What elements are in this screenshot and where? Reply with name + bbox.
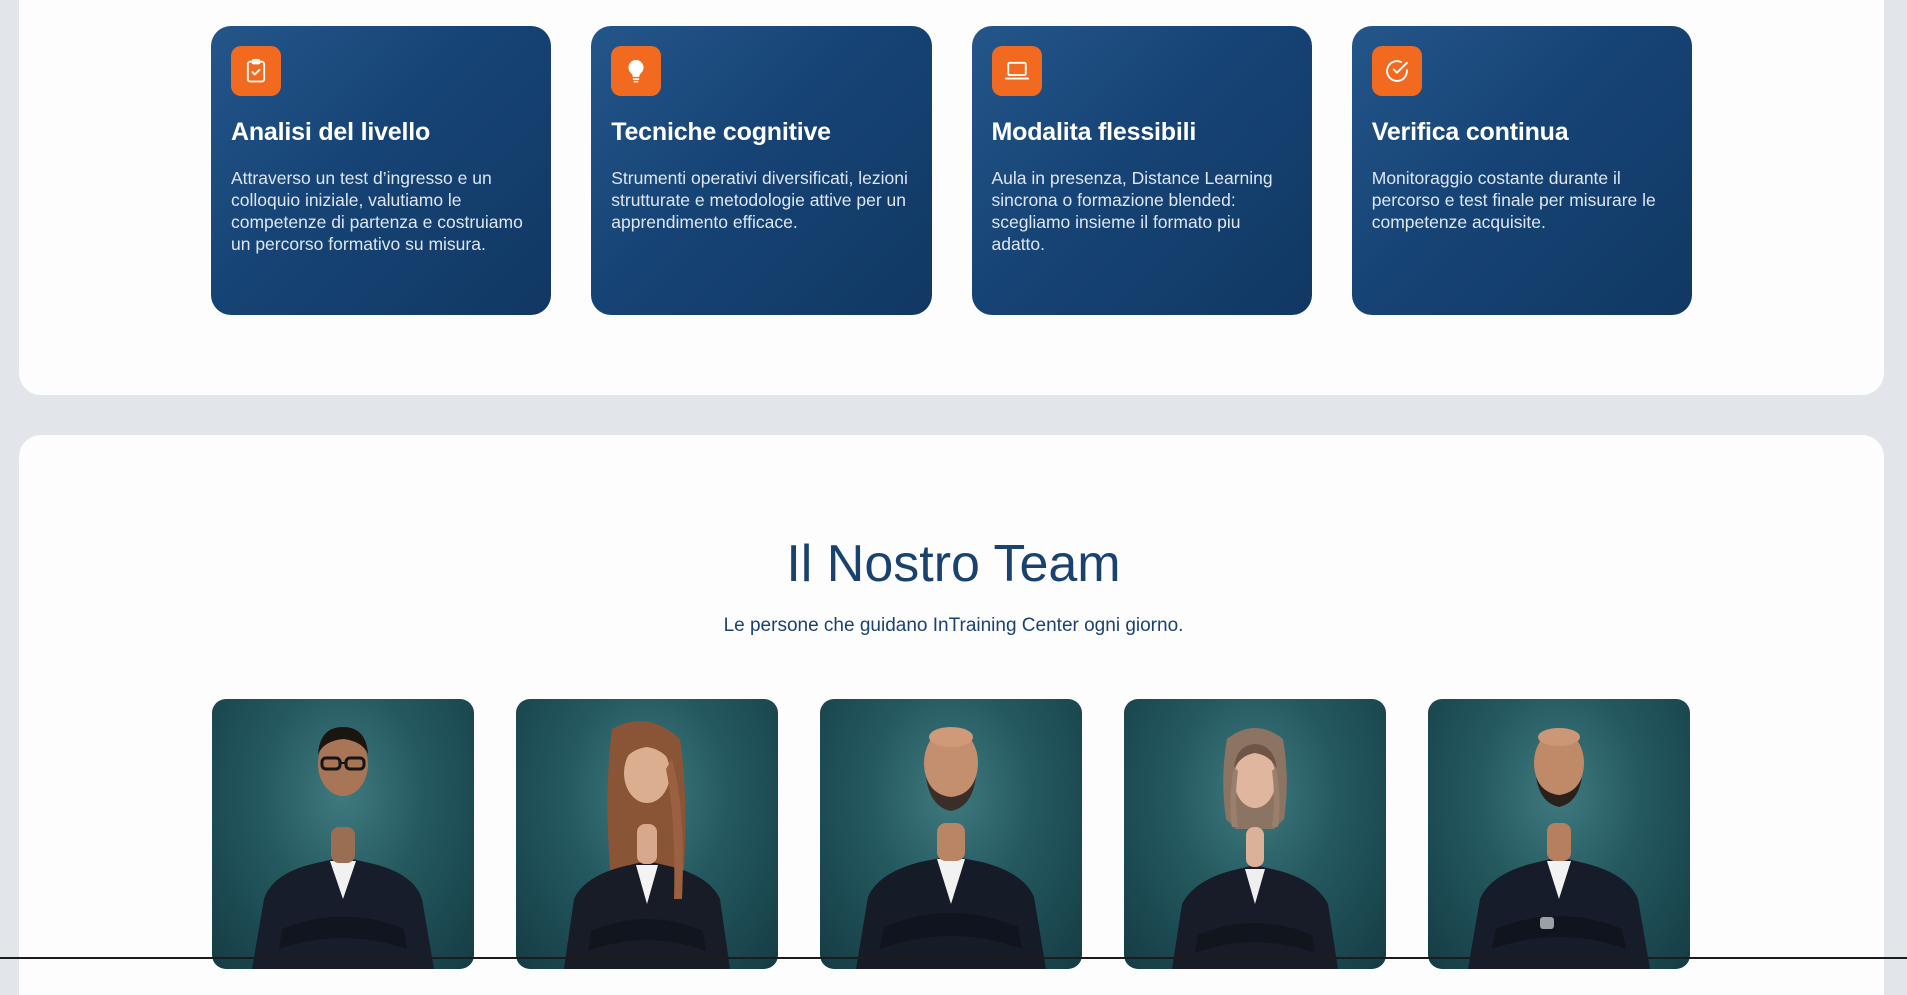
team-member-photo [820,699,1082,969]
feature-card-level-analysis: Analisi del livello Attraverso un test d… [211,26,552,315]
feature-title: Tecniche cognitive [611,118,831,146]
feature-description: Monitoraggio costante durante il percors… [1371,168,1656,232]
check-circle-icon [1371,46,1422,96]
features-row: Analisi del livello Attraverso un test d… [211,26,1692,315]
team-member-photo [1124,699,1386,969]
feature-card-flexible-modes: Modalita flessibili Aula in presenza, Di… [971,26,1312,315]
team-grid [212,699,1691,969]
team-subtitle: Le persone che guidano InTraining Center… [723,615,1184,636]
laptop-icon [991,46,1042,96]
feature-card-continuous-verification: Verifica continua Monitoraggio costante … [1351,26,1692,315]
feature-title: Analisi del livello [231,118,431,146]
team-member-photo [1428,699,1690,969]
feature-title: Verifica continua [1371,118,1569,146]
feature-title: Modalita flessibili [991,118,1197,146]
team-member-photo [516,699,778,969]
team-heading: Il Nostro Team [786,535,1121,593]
team-member-photo [212,699,474,969]
feature-card-cognitive-techniques: Tecniche cognitive Strumenti operativi d… [591,26,932,315]
clipboard-check-icon [231,46,281,96]
feature-description: Strumenti operativi diversificati, lezio… [611,168,908,232]
feature-description: Attraverso un test d’ingresso e un collo… [231,168,523,254]
lightbulb-icon [611,46,662,96]
feature-description: Aula in presenza, Distance Learning sinc… [991,168,1273,254]
